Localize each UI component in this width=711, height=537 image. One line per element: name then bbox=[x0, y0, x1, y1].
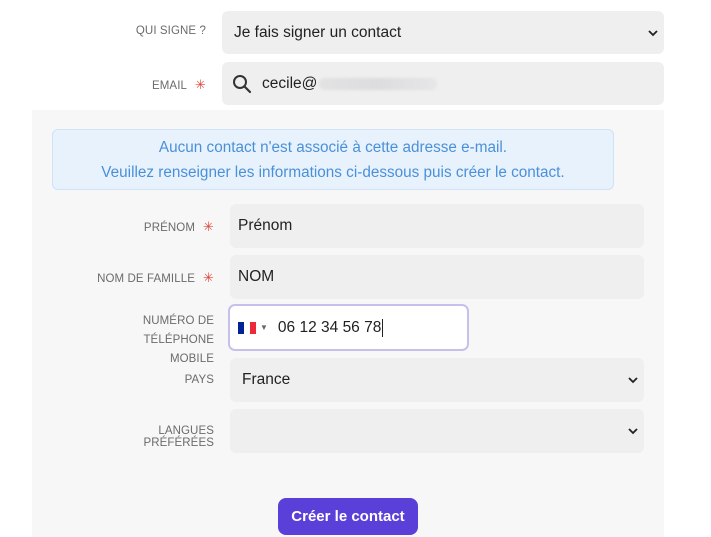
chevron-down-icon bbox=[628, 428, 638, 435]
create-contact-button[interactable]: Créer le contact bbox=[278, 498, 418, 535]
required-asterisk-icon: ✳ bbox=[195, 77, 206, 92]
chevron-down-icon bbox=[648, 29, 658, 36]
signer-label: QUI SIGNE ? bbox=[100, 25, 206, 37]
email-label-text: EMAIL bbox=[151, 80, 187, 92]
first-name-value: Prénom bbox=[238, 217, 293, 234]
country-value: France bbox=[242, 371, 291, 388]
languages-select[interactable] bbox=[230, 409, 644, 453]
first-name-field[interactable]: Prénom bbox=[230, 204, 644, 248]
phone-value: 06 12 34 56 78 bbox=[277, 318, 382, 336]
first-name-label-text: PRÉNOM bbox=[143, 222, 195, 234]
last-name-value: NOM bbox=[238, 268, 275, 285]
phone-field[interactable]: ▼ 06 12 34 56 78 bbox=[228, 304, 469, 351]
info-notice: Aucun contact n'est associé à cette adre… bbox=[52, 129, 614, 190]
languages-label: LANGUES PRÉFÉRÉES bbox=[90, 425, 214, 449]
signer-select[interactable]: Je fais signer un contact bbox=[222, 11, 664, 54]
required-asterisk-icon: ✳ bbox=[203, 270, 214, 285]
phone-label: NUMÉRO DE TÉLÉPHONE MOBILE bbox=[70, 312, 214, 369]
flag-france-icon[interactable] bbox=[238, 321, 256, 334]
notice-line-2: Veuillez renseigner les informations ci-… bbox=[101, 164, 565, 181]
search-icon bbox=[233, 74, 252, 93]
email-value: cecile@ bbox=[262, 74, 318, 92]
last-name-label: NOM DE FAMILLE ✳ bbox=[90, 270, 214, 286]
text-cursor bbox=[382, 318, 384, 337]
phone-label-line-2: MOBILE bbox=[169, 353, 214, 365]
country-code-caret-icon[interactable]: ▼ bbox=[260, 323, 268, 332]
chevron-down-icon bbox=[628, 377, 638, 384]
required-asterisk-icon: ✳ bbox=[203, 219, 214, 234]
email-field[interactable]: cecile@ bbox=[222, 62, 664, 105]
signer-label-text: QUI SIGNE ? bbox=[135, 25, 206, 37]
languages-label-text: LANGUES PRÉFÉRÉES bbox=[143, 425, 214, 449]
phone-label-line-1: NUMÉRO DE TÉLÉPHONE bbox=[142, 315, 214, 346]
redacted-email-domain bbox=[319, 77, 438, 90]
email-label: EMAIL ✳ bbox=[100, 77, 206, 93]
last-name-label-text: NOM DE FAMILLE bbox=[97, 273, 195, 285]
first-name-label: PRÉNOM ✳ bbox=[90, 219, 214, 235]
country-label: PAYS bbox=[90, 374, 214, 386]
last-name-field[interactable]: NOM bbox=[230, 255, 644, 299]
country-select[interactable]: France bbox=[230, 358, 644, 402]
signer-select-value: Je fais signer un contact bbox=[234, 23, 402, 41]
notice-line-1: Aucun contact n'est associé à cette adre… bbox=[158, 139, 508, 156]
country-label-text: PAYS bbox=[184, 374, 214, 386]
